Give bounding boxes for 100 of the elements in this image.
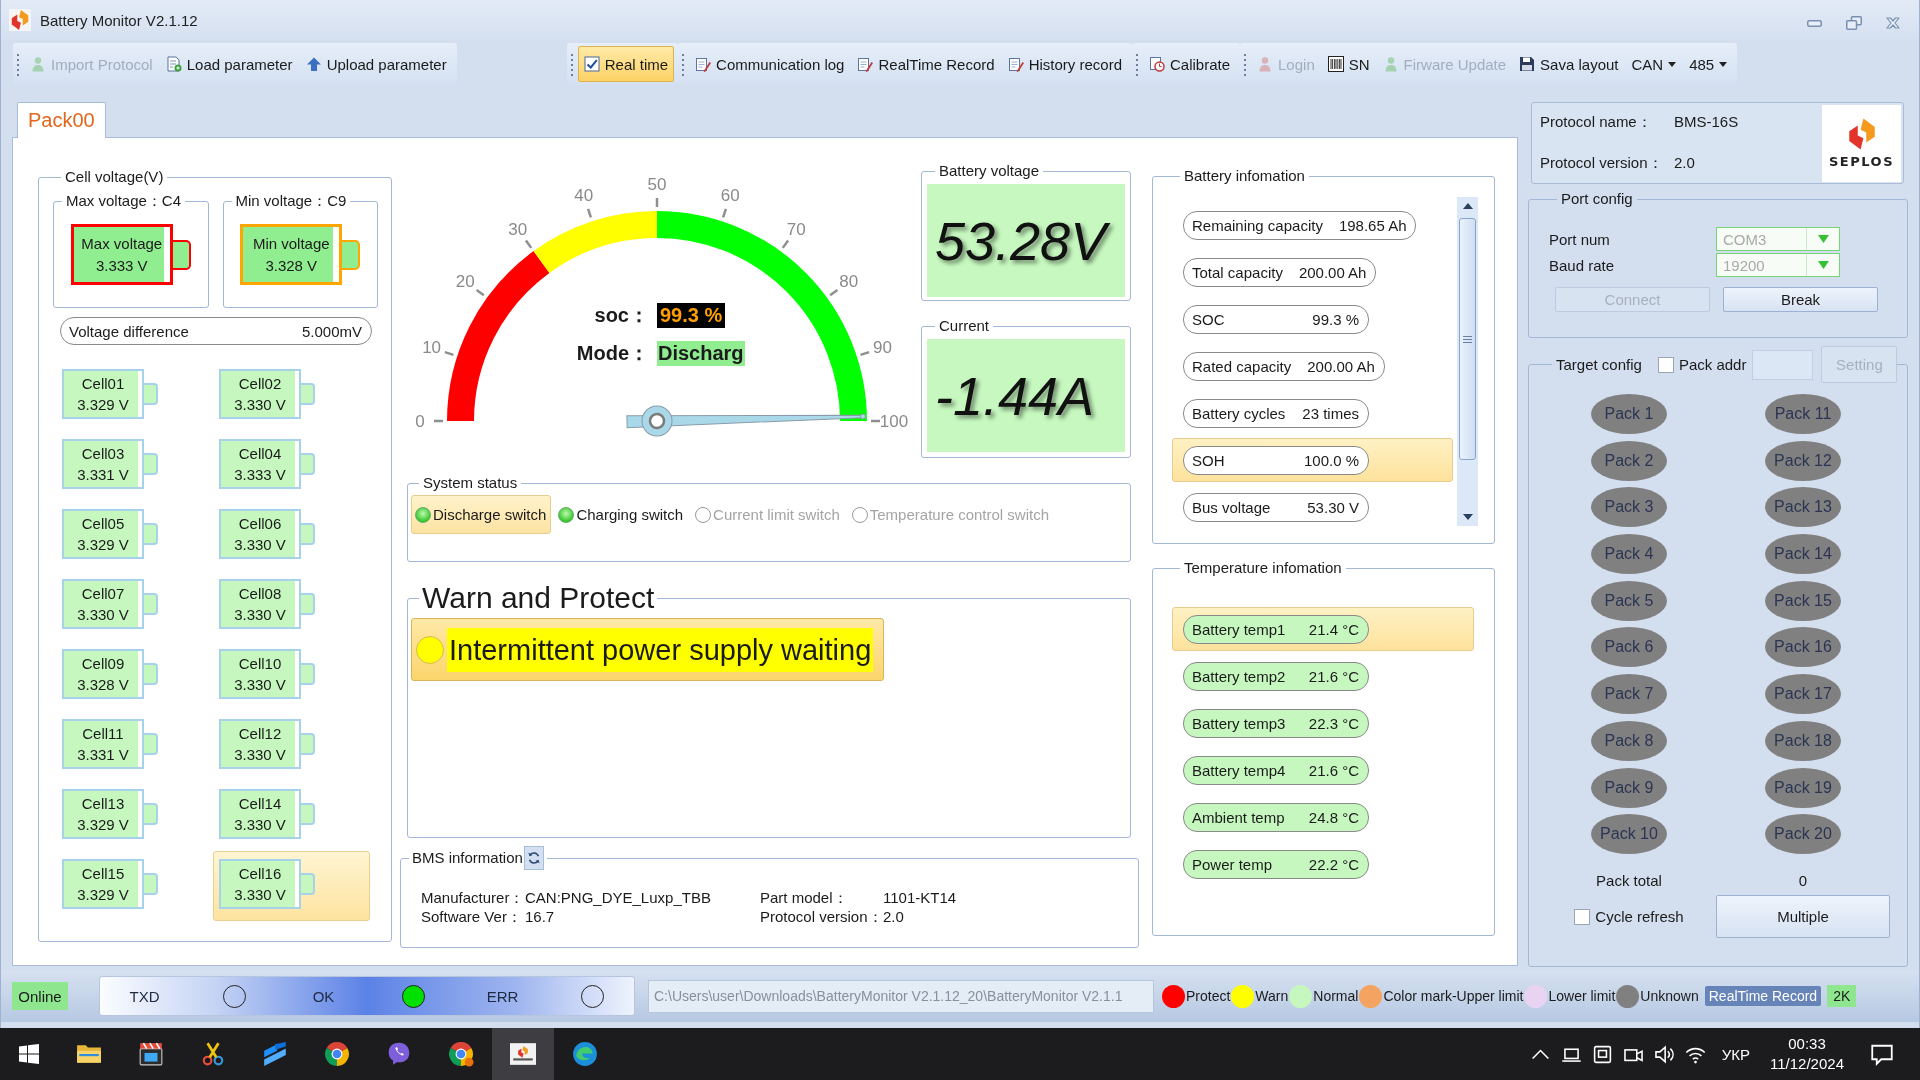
pack-button[interactable]: Pack 7 bbox=[1591, 674, 1667, 715]
tablet-icon[interactable] bbox=[1591, 1043, 1613, 1065]
pack-button[interactable]: Pack 8 bbox=[1591, 720, 1667, 761]
clock-time[interactable]: 00:33 bbox=[1788, 1034, 1826, 1054]
toolbar-button[interactable]: History record bbox=[1001, 46, 1128, 82]
field-label: Bus voltage bbox=[1192, 498, 1271, 516]
mode-value: Discharg bbox=[657, 341, 745, 366]
selected-warning-item[interactable]: Intermittent power supply waiting bbox=[411, 618, 885, 681]
gauge-tick-label: 80 bbox=[839, 272, 859, 292]
pack-button[interactable]: Pack 14 bbox=[1765, 534, 1841, 575]
selected-switch-item[interactable]: Discharge switch bbox=[411, 495, 552, 534]
checkbox-label: Pack addr bbox=[1678, 355, 1747, 374]
pack-button[interactable]: Pack 15 bbox=[1765, 580, 1841, 621]
toolbar-button[interactable]: Communication log bbox=[689, 46, 851, 82]
gauge-tick-label: 50 bbox=[647, 174, 667, 194]
caret-icon bbox=[1668, 61, 1677, 67]
selected-list-row[interactable]: Battery temp1 21.4 °C bbox=[1172, 607, 1474, 651]
grip-icon[interactable] bbox=[1243, 52, 1247, 76]
taskbar-app-button[interactable] bbox=[492, 1028, 554, 1080]
field-value: 22.3 °C bbox=[1308, 714, 1359, 732]
scroll-up-icon[interactable] bbox=[1462, 203, 1473, 209]
toolbar-button[interactable]: Upload parameter bbox=[299, 46, 453, 82]
pack-address-field[interactable] bbox=[1752, 349, 1814, 380]
field-label: Voltage difference bbox=[69, 322, 189, 340]
cell-name: Cell16 bbox=[238, 864, 282, 884]
notification-icon[interactable] bbox=[1870, 1042, 1894, 1066]
cell-voltage: 3.330 V bbox=[234, 675, 286, 695]
pack-button[interactable]: Pack 9 bbox=[1591, 767, 1667, 808]
pack-button[interactable]: Pack 3 bbox=[1591, 487, 1667, 528]
refresh-button[interactable] bbox=[523, 846, 544, 870]
field-value: 0 bbox=[1798, 871, 1808, 889]
record-label: RealTime Record bbox=[1704, 986, 1822, 1006]
field-value: 200.00 Ah bbox=[1307, 357, 1375, 375]
pack-button[interactable]: Pack 6 bbox=[1591, 627, 1667, 668]
cell-name: Cell07 bbox=[81, 584, 125, 604]
group-title: Max voltage：C4 bbox=[65, 192, 183, 210]
toolbar-button[interactable]: RealTime Record bbox=[851, 46, 1001, 82]
gauge-tick bbox=[475, 288, 485, 297]
pack-button[interactable]: Pack 1 bbox=[1591, 394, 1667, 434]
toolbar-button[interactable]: SN bbox=[1321, 46, 1376, 82]
grip-icon[interactable] bbox=[569, 52, 574, 76]
grip-icon[interactable] bbox=[1135, 52, 1139, 76]
toolbar-button[interactable]: Sava layout bbox=[1513, 46, 1625, 82]
checkbox[interactable] bbox=[1574, 908, 1591, 925]
barcode-icon bbox=[1327, 56, 1344, 72]
toggle-button[interactable]: Real time bbox=[577, 46, 675, 82]
scroll-down-icon[interactable] bbox=[1462, 514, 1473, 520]
field-label: Manufacturer： bbox=[421, 888, 525, 907]
grip-icon[interactable] bbox=[681, 52, 686, 76]
toolbar-button[interactable]: Load parameter bbox=[159, 46, 299, 82]
checkbox[interactable] bbox=[1657, 356, 1674, 373]
gauge-tick bbox=[721, 208, 728, 218]
pack-button[interactable]: Pack 12 bbox=[1765, 440, 1841, 481]
field-label: Protocol version： bbox=[760, 907, 883, 926]
field-label: Power temp bbox=[1192, 855, 1273, 873]
action-button[interactable]: Break bbox=[1723, 287, 1878, 312]
mode-label: Mode： bbox=[576, 341, 649, 366]
speaker-icon[interactable] bbox=[1653, 1043, 1675, 1065]
field-label: SOC bbox=[1192, 310, 1225, 328]
swirl-icon bbox=[572, 1041, 598, 1067]
gauge-tick bbox=[781, 239, 790, 249]
pack-button[interactable]: Pack 11 bbox=[1765, 394, 1841, 434]
pack-button[interactable]: Pack 18 bbox=[1765, 720, 1841, 761]
pack-button[interactable]: Pack 2 bbox=[1591, 440, 1667, 481]
pack-button[interactable]: Pack 13 bbox=[1765, 487, 1841, 528]
document-icon bbox=[165, 56, 182, 72]
path-field[interactable]: C:\Users\user\Downloads\BatteryMonitor V2.1.12_20\BatteryMonitor V2.1.1 bbox=[648, 979, 1154, 1013]
cell-voltage: 3.331 V bbox=[77, 745, 129, 765]
multiple-button[interactable]: Multiple bbox=[1716, 895, 1890, 939]
dropdown-button[interactable]: 485 bbox=[1683, 46, 1734, 82]
mode-badge: 2K bbox=[1827, 985, 1857, 1007]
field-value: 23 times bbox=[1302, 404, 1359, 422]
clock-date[interactable]: 11/12/2024 bbox=[1770, 1054, 1844, 1074]
scrollbar-track[interactable] bbox=[1457, 197, 1478, 526]
pack-button[interactable]: Pack 16 bbox=[1765, 627, 1841, 668]
language-indicator[interactable]: УКР bbox=[1721, 1045, 1751, 1063]
field-label: Baud rate bbox=[1549, 256, 1616, 274]
cell-voltage: 3.328 V bbox=[77, 675, 129, 695]
dropdown-button[interactable]: CAN bbox=[1625, 46, 1683, 82]
scrollbar-thumb[interactable] bbox=[1459, 218, 1476, 460]
pack-button[interactable]: Pack 5 bbox=[1591, 580, 1667, 621]
pack-button[interactable]: Pack 17 bbox=[1765, 674, 1841, 715]
field-value: 2.0 bbox=[1674, 154, 1696, 173]
pack-button[interactable]: Pack 10 bbox=[1591, 814, 1667, 855]
cell-name: Cell03 bbox=[81, 444, 125, 464]
field-label: Total capacity bbox=[1192, 263, 1283, 281]
cell-voltage: 3.329 V bbox=[77, 395, 129, 415]
pack-button[interactable]: Pack 19 bbox=[1765, 767, 1841, 808]
grip-icon[interactable] bbox=[16, 52, 20, 76]
field-label: SOH bbox=[1192, 451, 1225, 469]
person-icon bbox=[1257, 56, 1273, 72]
pack-button[interactable]: Pack 4 bbox=[1591, 534, 1667, 575]
pack-button[interactable]: Pack 20 bbox=[1765, 814, 1841, 855]
selected-list-row[interactable]: SOH 100.0 % bbox=[1172, 438, 1453, 482]
cell-name: Cell12 bbox=[238, 724, 282, 744]
save-icon bbox=[1519, 56, 1536, 72]
selected-cell-item[interactable]: Cell16 3.330 V bbox=[213, 851, 370, 921]
cell-voltage: 3.329 V bbox=[77, 815, 129, 835]
tab[interactable]: Pack00 bbox=[17, 102, 106, 138]
gauge-tick-label: 20 bbox=[455, 272, 475, 292]
